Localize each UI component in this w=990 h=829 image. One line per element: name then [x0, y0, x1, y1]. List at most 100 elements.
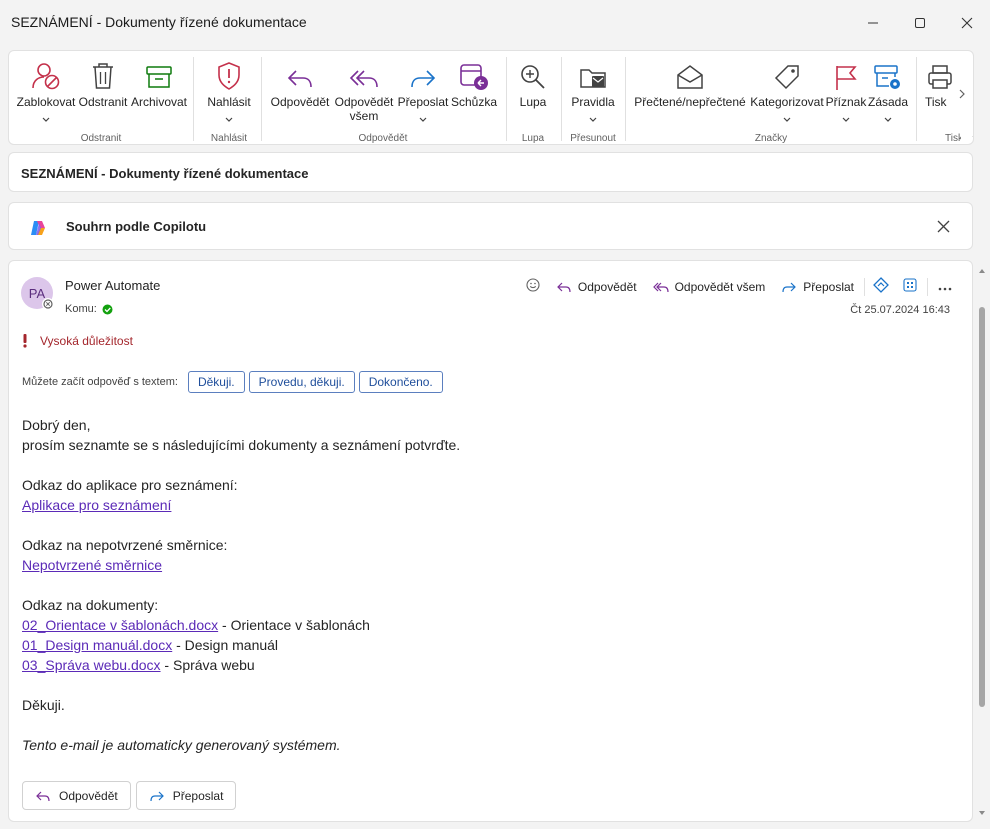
document-link[interactable]: 03_Správa webu.docx: [22, 657, 161, 673]
importance-banner: Vysoká důležitost: [22, 334, 133, 348]
chevron-down-icon: [884, 117, 892, 122]
meeting-reply-icon: [460, 64, 488, 90]
scroll-up-icon: [979, 269, 985, 273]
zoom-button[interactable]: Lupa: [509, 51, 557, 131]
reply-all-icon: [349, 70, 378, 88]
reply-all-action[interactable]: Odpovědět všem: [652, 280, 765, 294]
block-button[interactable]: Zablokovat: [13, 51, 79, 131]
delete-button[interactable]: Odstranit: [75, 51, 131, 131]
group-separator: [561, 57, 562, 141]
group-separator: [261, 57, 262, 141]
emoji-reaction-button[interactable]: [526, 277, 540, 297]
body-app-label: Odkaz do aplikace pro seznámení:: [22, 477, 238, 493]
print-button[interactable]: Tisk: [925, 51, 961, 131]
bottom-forward-button[interactable]: Přeposlat: [135, 781, 237, 810]
group-label-move: Přesunout: [570, 133, 616, 144]
directives-link[interactable]: Nepotvrzené směrnice: [22, 557, 162, 573]
folder-move-icon: [580, 69, 606, 88]
scroll-down-icon: [979, 811, 985, 815]
message-subject: SEZNÁMENÍ - Dokumenty řízené dokumentace: [21, 166, 309, 181]
reply-icon: [557, 282, 571, 293]
bottom-forward-label: Přeposlat: [172, 788, 224, 803]
suggested-reply-done[interactable]: Dokončeno.: [358, 371, 443, 393]
group-label-print: Tisk: [945, 133, 961, 144]
loop-button[interactable]: [873, 276, 889, 298]
forward-icon: [150, 791, 164, 801]
suggested-reply-thanks[interactable]: Děkuji.: [187, 371, 245, 393]
maximize-button[interactable]: [907, 10, 933, 36]
bottom-reply-label: Odpovědět: [59, 788, 118, 803]
reply-icon: [36, 791, 50, 801]
minimize-button[interactable]: [860, 10, 886, 36]
suggested-reply-will-do[interactable]: Provedu, děkuji.: [248, 371, 355, 393]
title-bar: SEZNÁMENÍ - Dokumenty řízené dokumentace: [0, 0, 990, 44]
suggested-replies-label: Můžete začít odpověď s textem:: [22, 376, 178, 388]
reply-button[interactable]: Odpovědět: [267, 51, 333, 131]
document-item: 01_Design manuál.docx - Design manuál: [22, 635, 922, 655]
scrollbar-thumb[interactable]: [979, 307, 985, 707]
chevron-down-icon: [972, 136, 973, 137]
read-unread-button[interactable]: Přečtené/nepřečtené: [633, 51, 747, 131]
reply-action-label: Odpovědět: [577, 280, 637, 294]
body-footer: Tento e-mail je automaticky generovaný s…: [22, 737, 341, 753]
document-link[interactable]: 02_Orientace v šablonách.docx: [22, 617, 218, 633]
forward-icon: [411, 70, 436, 88]
reply-all-label: Odpovědět všem: [335, 95, 394, 123]
document-link[interactable]: 01_Design manuál.docx: [22, 637, 172, 653]
group-separator: [506, 57, 507, 141]
shield-alert-icon: [218, 62, 240, 90]
policy-button[interactable]: Zásada: [865, 51, 911, 131]
printer-icon: [928, 65, 952, 89]
chevron-down-icon: [225, 117, 233, 122]
copilot-close-button[interactable]: [937, 220, 950, 238]
more-actions-button[interactable]: [938, 278, 952, 296]
rules-button[interactable]: Pravidla: [565, 51, 621, 131]
archive-icon: [146, 66, 172, 88]
reading-pane-scrollbar[interactable]: [976, 262, 988, 822]
body-documents-label: Odkaz na dokumenty:: [22, 597, 159, 613]
recipients-line: Komu:: [65, 303, 113, 315]
body-greeting: Dobrý den,: [22, 417, 91, 433]
bottom-actions: Odpovědět Přeposlat: [22, 781, 237, 810]
message-reading-pane: PA Power Automate Komu: Odpovědět Odpově…: [8, 260, 973, 822]
categorize-button[interactable]: Kategorizovat: [748, 51, 826, 131]
archive-label: Archivovat: [130, 95, 188, 109]
close-window-button[interactable]: [954, 10, 980, 36]
body-directives-label: Odkaz na nepotvrzené směrnice:: [22, 537, 228, 553]
policy-label: Zásada: [867, 95, 909, 109]
reply-action[interactable]: Odpovědět: [556, 280, 637, 294]
sender-name[interactable]: Power Automate: [65, 278, 160, 293]
copilot-icon: [31, 221, 45, 235]
to-label: Komu:: [65, 303, 97, 315]
trash-icon: [93, 63, 113, 89]
forward-action[interactable]: Přeposlat: [781, 280, 854, 294]
reply-all-label-line2: všem: [349, 109, 379, 123]
copilot-summary-card[interactable]: Souhrn podle Copilotu: [8, 202, 973, 250]
chevron-down-icon: [419, 117, 427, 122]
block-label: Zablokovat: [16, 95, 76, 109]
forward-button[interactable]: Přeposlat: [395, 51, 451, 131]
reply-all-button[interactable]: Odpovědět všem: [331, 51, 397, 131]
loop-icon: [873, 276, 889, 293]
ribbon-expand-button[interactable]: [971, 129, 973, 144]
apps-button[interactable]: [903, 277, 917, 297]
report-button[interactable]: Nahlásit: [199, 51, 259, 131]
forward-label: Přeposlat: [397, 95, 449, 109]
minimize-icon: [868, 22, 878, 24]
chevron-down-icon: [42, 117, 50, 122]
archive-button[interactable]: Archivovat: [129, 51, 189, 131]
emoji-icon: [526, 277, 540, 292]
app-link[interactable]: Aplikace pro seznámení: [22, 497, 171, 513]
rules-label: Pravidla: [571, 95, 615, 109]
read-unread-label: Přečtené/nepřečtené: [634, 95, 746, 109]
forward-action-label: Přeposlat: [803, 280, 854, 294]
reply-all-icon: [652, 282, 669, 293]
ribbon-scroll-right-button[interactable]: [957, 87, 967, 105]
meeting-button[interactable]: Schůzka: [447, 51, 501, 131]
categorize-label: Kategorizovat: [750, 95, 824, 109]
flag-button[interactable]: Příznak: [823, 51, 869, 131]
ribbon-toolbar: Zablokovat Odstranit Archivovat Odstrani…: [8, 50, 974, 145]
subject-card: SEZNÁMENÍ - Dokumenty řízené dokumentace: [8, 152, 973, 192]
bottom-reply-button[interactable]: Odpovědět: [22, 781, 131, 810]
flag-label: Příznak: [825, 95, 867, 109]
